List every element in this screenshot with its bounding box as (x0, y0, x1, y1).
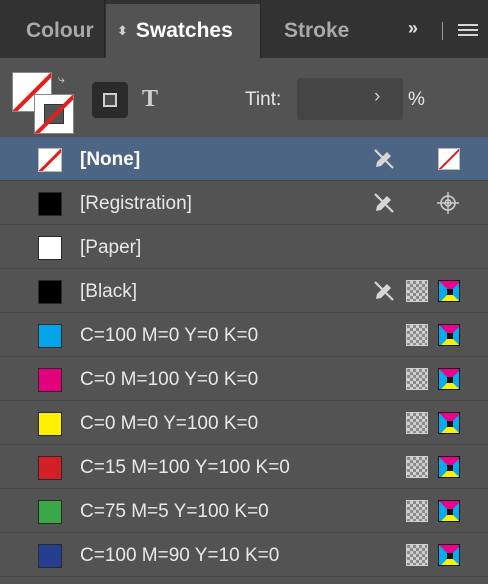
swatch-row[interactable]: [Registration] (0, 181, 488, 225)
tint-slider-arrow-icon[interactable]: › (374, 86, 380, 108)
stroke-swatch[interactable] (34, 94, 74, 134)
swatch-name: C=0 M=100 Y=0 K=0 (80, 369, 259, 390)
cmyk-mode-icon (438, 544, 460, 566)
tint-label: Tint: (245, 89, 282, 110)
process-color-icon (406, 500, 428, 522)
swatch-row[interactable]: [None] (0, 137, 488, 181)
panel-tab-bar: Colour ⬍ Swatches Stroke ›› (0, 0, 488, 58)
tab-stroke-label: Stroke (284, 19, 350, 42)
tab-swatches-label: Swatches (135, 19, 233, 42)
swatch-color-chip (38, 236, 62, 260)
cmyk-mode-icon (438, 368, 460, 390)
swatch-color-chip (38, 456, 62, 480)
tab-swatches[interactable]: ⬍ Swatches (106, 4, 260, 58)
swatch-name: C=0 M=0 Y=100 K=0 (80, 413, 259, 434)
process-color-icon (406, 456, 428, 478)
swatch-name: [None] (80, 149, 141, 170)
swatch-name: [Black] (80, 281, 138, 302)
process-color-icon (406, 280, 428, 302)
process-color-icon (406, 544, 428, 566)
not-editable-pencil-icon (372, 191, 396, 215)
not-editable-pencil-icon (372, 279, 396, 303)
swatch-color-chip (38, 324, 62, 348)
swatch-row[interactable]: C=75 M=5 Y=100 K=0 (0, 489, 488, 533)
tab-stroke[interactable]: Stroke (284, 4, 349, 58)
process-color-icon (406, 412, 428, 434)
swatch-row[interactable]: [Black] (0, 269, 488, 313)
swatch-row[interactable]: C=15 M=100 Y=100 K=0 (0, 445, 488, 489)
swatch-list: [None] [Registration] [Paper] [Black] C=100 … (0, 137, 488, 584)
swatch-color-chip (38, 192, 62, 216)
tab-divider (104, 0, 105, 58)
tint-unit: % (408, 89, 425, 110)
cmyk-mode-icon (438, 280, 460, 302)
formatting-affects-container-button[interactable] (92, 82, 128, 118)
swatch-color-chip (38, 544, 62, 568)
tab-colour[interactable]: Colour (26, 4, 94, 58)
none-mode-icon (438, 148, 460, 170)
swatch-color-chip (38, 412, 62, 436)
swatch-name: C=75 M=5 Y=100 K=0 (80, 501, 269, 522)
swatch-row[interactable]: C=0 M=0 Y=100 K=0 (0, 401, 488, 445)
cmyk-mode-icon (438, 500, 460, 522)
panel-menu-icon[interactable] (458, 24, 478, 39)
tint-input[interactable] (297, 78, 403, 120)
cmyk-mode-icon (438, 324, 460, 346)
swatch-name: C=15 M=100 Y=100 K=0 (80, 457, 290, 478)
swatch-row[interactable]: C=0 M=100 Y=0 K=0 (0, 357, 488, 401)
tab-colour-label: Colour (26, 19, 94, 42)
cmyk-mode-icon (438, 456, 460, 478)
swatch-row[interactable]: [Paper] (0, 225, 488, 269)
overflow-tabs-icon[interactable]: ›› (408, 18, 418, 39)
swap-fill-stroke-icon[interactable]: ⤷ (58, 72, 65, 87)
swatch-name: C=100 M=90 Y=10 K=0 (80, 545, 280, 566)
fill-stroke-selector[interactable] (12, 72, 76, 134)
process-color-icon (406, 368, 428, 390)
process-color-icon (406, 324, 428, 346)
formatting-affects-text-button[interactable]: T (142, 86, 158, 113)
swatch-color-chip (38, 148, 62, 172)
registration-mode-icon (436, 191, 460, 215)
swatch-row[interactable]: C=100 M=0 Y=0 K=0 (0, 313, 488, 357)
divider (442, 22, 443, 40)
swatch-name: C=100 M=0 Y=0 K=0 (80, 325, 259, 346)
tab-divider (260, 0, 261, 58)
swatch-name: [Paper] (80, 237, 142, 258)
swatch-row[interactable]: C=100 M=90 Y=10 K=0 (0, 533, 488, 577)
not-editable-pencil-icon (372, 147, 396, 171)
cmyk-mode-icon (438, 412, 460, 434)
swatch-color-chip (38, 500, 62, 524)
swatch-color-chip (38, 368, 62, 392)
swatch-color-chip (38, 280, 62, 304)
tab-reorder-icon: ⬍ (117, 23, 128, 38)
swatch-name: [Registration] (80, 193, 192, 214)
